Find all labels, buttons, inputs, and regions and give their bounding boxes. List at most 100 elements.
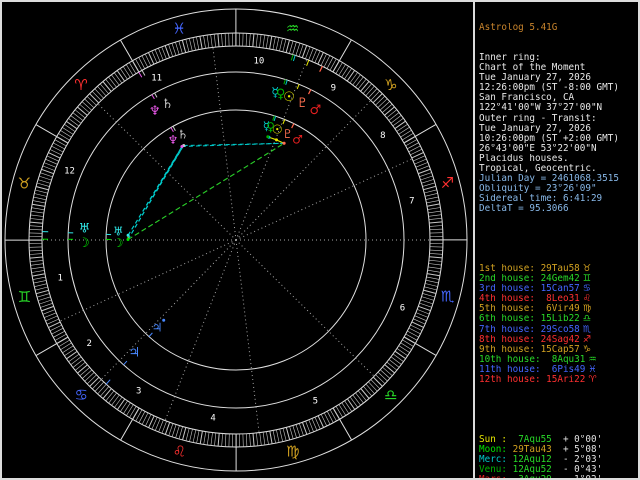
planet-latitude: - 2°03': [557, 455, 603, 466]
svg-text:♌: ♌: [173, 443, 186, 461]
info-line: Julian Day = 2461068.3515: [479, 173, 619, 184]
info-line: 10:26:00pm (ST +2:00 GMT): [479, 133, 619, 144]
house-value: 15Lib22: [540, 314, 580, 325]
info-sidebar: Astrolog 5.41G Inner ring: Chart of the M…: [473, 2, 638, 478]
sign-glyph: ♈: [585, 374, 597, 385]
svg-text:♃: ♃: [152, 321, 163, 335]
house-row: 4th house: 8Leo31 ♌: [479, 294, 638, 304]
svg-text:7: 7: [409, 197, 414, 207]
house-row: 10th house: 8Aqu31 ♒: [479, 355, 638, 365]
planet-row: Sun : 7Aqu55 + 0°00': [479, 435, 638, 445]
sign-glyph: ♋: [579, 284, 592, 295]
info-line: San Francisco, CA: [479, 93, 575, 104]
svg-text:♋: ♋: [74, 386, 87, 404]
svg-text:6: 6: [400, 303, 405, 313]
info-line: Sidereal time: 6:41:29: [479, 193, 603, 204]
info-line: Chart of the Moment: [479, 63, 586, 74]
house-row: 12th house: 15Ari22 ♈: [479, 375, 638, 385]
info-line: Tropical, Geocentric.: [479, 163, 597, 174]
app-title: Astrolog 5.41G: [479, 23, 558, 34]
info-line: 12:26:00pm (ST -8:00 GMT): [479, 83, 619, 94]
planet-value: 29Tau43: [512, 445, 552, 456]
info-line: Placidus houses.: [479, 153, 569, 164]
sign-glyph: ♊: [579, 274, 592, 285]
info-line: Tue January 27, 2026: [479, 123, 591, 134]
planet-row: Venu: 12Aqu52 - 0°43': [479, 465, 638, 475]
planet-latitude: - 0°43': [557, 465, 603, 476]
svg-text:8: 8: [380, 131, 385, 141]
planet-row: Moon: 29Tau43 + 5°08': [479, 445, 638, 455]
svg-text:♑: ♑: [384, 76, 397, 94]
house-label: 6th house:: [479, 314, 541, 325]
planet-latitude: + 0°00': [557, 435, 603, 446]
house-row: 1st house: 29Tau58 ♉: [479, 264, 638, 274]
svg-text:♄: ♄: [162, 97, 174, 112]
sign-glyph: ♒: [585, 354, 597, 365]
planet-value: 3Aqu29: [513, 475, 552, 478]
chart-info-lines: Inner ring: Chart of the Moment Tue Januar…: [479, 53, 638, 214]
svg-text:♍: ♍: [286, 443, 299, 461]
sign-glyph: ♉: [579, 264, 592, 275]
svg-text:3: 3: [136, 386, 141, 396]
svg-text:11: 11: [151, 73, 162, 83]
svg-text:5: 5: [313, 397, 318, 407]
sign-glyph: ♏: [579, 324, 592, 335]
svg-text:9: 9: [331, 84, 336, 94]
house-label: 12th house:: [479, 374, 547, 385]
house-value: 15Can57: [540, 284, 580, 295]
svg-text:♓: ♓: [172, 20, 185, 38]
sign-glyph: ♎: [579, 314, 592, 325]
house-value: 15Ari22: [546, 374, 586, 385]
house-value: 15Cap57: [540, 344, 580, 355]
info-line: 26°43'00"E 53°22'00"N: [479, 143, 597, 154]
svg-text:♎: ♎: [384, 386, 397, 404]
sign-glyph: ♓: [585, 364, 597, 375]
planet-label: Moon:: [479, 445, 513, 456]
svg-text:♆: ♆: [149, 104, 161, 119]
svg-text:♊: ♊: [18, 288, 31, 306]
svg-text:1: 1: [57, 274, 62, 284]
svg-text:♅: ♅: [79, 222, 91, 237]
house-cusp-list: 1st house: 29Tau58 ♉ 2nd house: 24Gem42 ♊…: [479, 264, 638, 385]
planet-position-list: Sun : 7Aqu55 + 0°00' Moon: 29Tau43 + 5°08…: [479, 435, 638, 478]
info-line: Inner ring:: [479, 53, 541, 64]
house-value: 8Aqu31: [546, 354, 586, 365]
house-label: 10th house:: [479, 354, 547, 365]
planet-label: Merc:: [479, 455, 513, 466]
house-label: 4th house:: [479, 294, 541, 305]
house-value: 24Sag42: [540, 334, 580, 345]
svg-text:♇: ♇: [282, 127, 293, 141]
info-line: Tue January 27, 2026: [479, 73, 591, 84]
svg-text:♏: ♏: [441, 288, 455, 306]
planet-row: Merc: 12Aqu12 - 2°03': [479, 455, 638, 465]
svg-text:12: 12: [64, 167, 75, 177]
house-label: 8th house:: [479, 334, 541, 345]
svg-text:♉: ♉: [18, 174, 31, 192]
svg-text:♀: ♀: [276, 87, 286, 102]
sign-glyph: ♐: [579, 334, 592, 345]
house-label: 2nd house:: [479, 274, 541, 285]
planet-label: Mars:: [479, 475, 513, 478]
svg-text:♄: ♄: [178, 128, 189, 142]
house-value: 29Tau58: [540, 264, 580, 275]
svg-text:♐: ♐: [441, 174, 454, 192]
house-value: 6Vir49: [540, 304, 580, 315]
chart-wheel[interactable]: 1 2 3 4 5 6 7 8 9 10 11 12 ♈ ♉ ♊ ♋ ♌ ♍ ♎ ♏ ♐ ♑ ♒ ♓ ☉ ☉ ☽ ☽ ☿ ☿ ♀ ♀ ♂ ♂ ♃ ♃ ♄…: [2, 2, 473, 478]
svg-text:♈: ♈: [74, 76, 87, 94]
sign-glyph: ♑: [579, 344, 592, 355]
sign-glyph: ♌: [579, 294, 592, 305]
house-row: 3rd house: 15Can57 ♋: [479, 284, 638, 294]
svg-text:♆: ♆: [168, 133, 179, 147]
svg-text:10: 10: [253, 57, 264, 67]
wheel-svg: 123456789101112♈♉♊♋♌ ♍♎♏♐♑♒♓☉☉☽ ☽☿☿♀♀♂♂♃♃♄…: [4, 8, 468, 472]
svg-text:♂: ♂: [309, 103, 321, 118]
planet-value: 7Aqu55: [512, 435, 552, 446]
house-row: 9th house: 15Cap57 ♑: [479, 345, 638, 355]
house-value: 6Pis49: [546, 364, 586, 375]
planet-latitude: + 5°08': [557, 445, 603, 456]
house-value: 8Leo31: [540, 294, 580, 305]
sign-glyph: ♍: [579, 304, 592, 315]
house-label: 3rd house:: [479, 284, 541, 295]
